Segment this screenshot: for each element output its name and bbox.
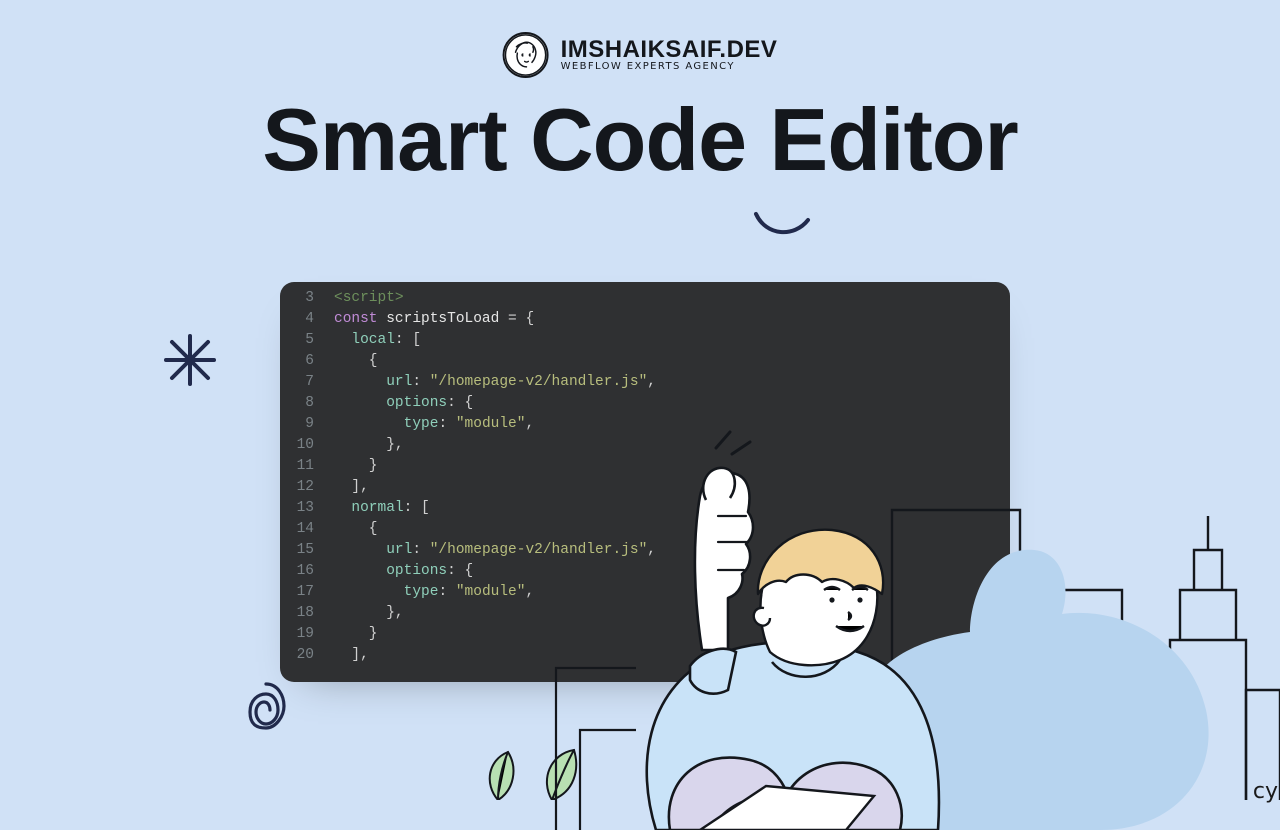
cropped-edge-text: cy bbox=[1253, 779, 1278, 804]
leaves-icon bbox=[478, 740, 598, 800]
skyline-icon bbox=[850, 470, 1280, 800]
brand-avatar-icon bbox=[503, 32, 549, 78]
brand-header: IMSHAIKSAIF.DEV WEBFLOW EXPERTS AGENCY bbox=[503, 32, 778, 78]
page-title: Smart Code Editor bbox=[0, 96, 1280, 184]
swirl-icon bbox=[244, 680, 288, 740]
brand-name: IMSHAIKSAIF.DEV bbox=[561, 37, 778, 62]
asterisk-icon bbox=[160, 330, 220, 390]
editor-gutter: 34567891011121314151617181920 bbox=[280, 282, 324, 682]
accent-arc-icon bbox=[752, 208, 812, 238]
brand-tagline: WEBFLOW EXPERTS AGENCY bbox=[561, 62, 778, 73]
